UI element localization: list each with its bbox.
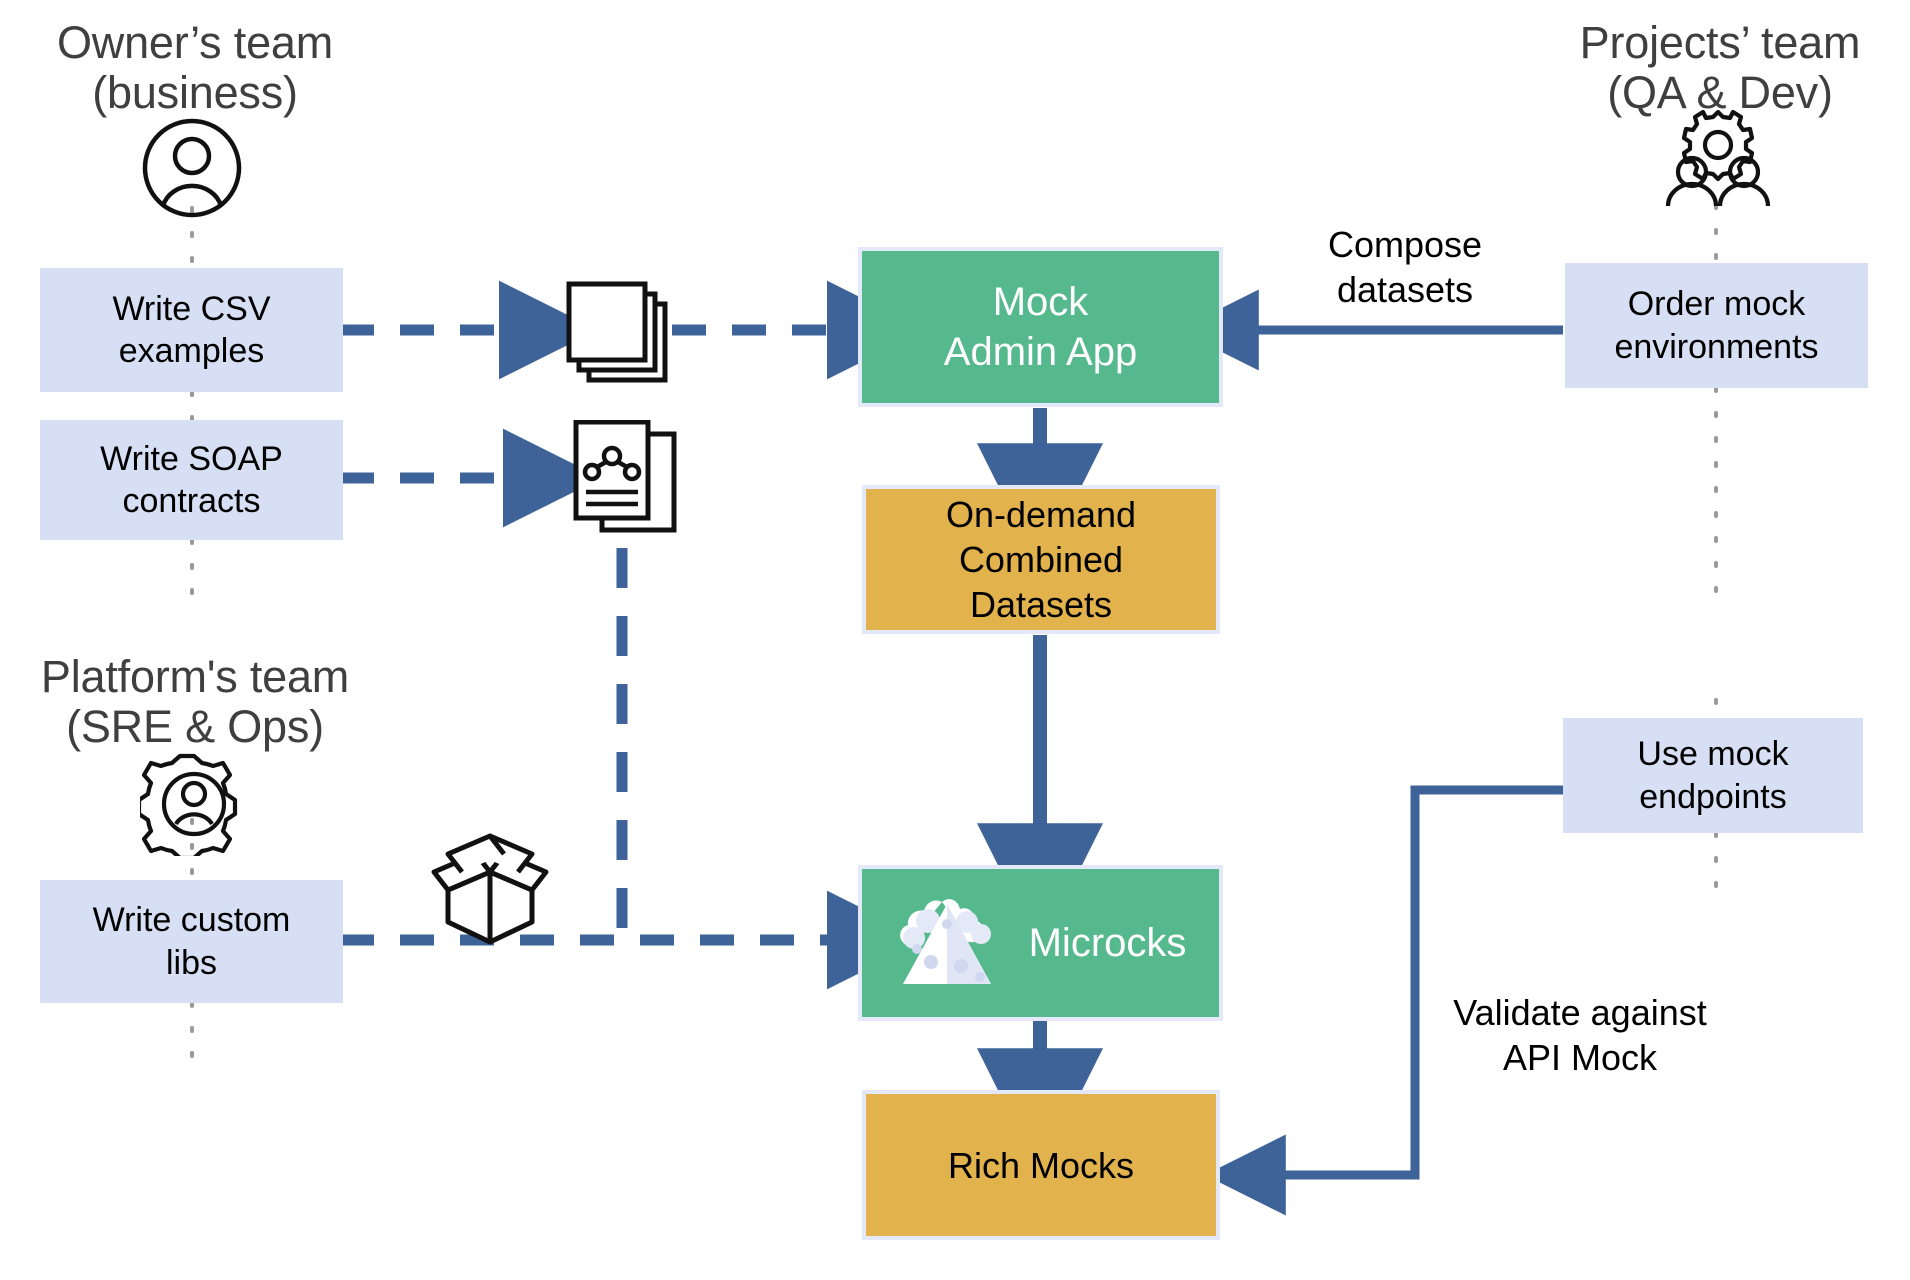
edge-label-compose-line2: datasets bbox=[1336, 269, 1474, 310]
diagram-canvas: stacked sheets --> Mock Admin App --> co… bbox=[0, 0, 1910, 1280]
team-title-projects: Projects’ team (QA & Dev) bbox=[1535, 17, 1905, 119]
task-box-order-mock-environments[interactable]: Order mock environments bbox=[1565, 263, 1868, 388]
edge-endpoints-to-richmocks bbox=[1204, 785, 1563, 1216]
task-write-csv-line1: Write CSV bbox=[112, 289, 271, 328]
task-write-libs-line2: libs bbox=[165, 943, 218, 982]
team-platform-line2: (SRE & Ops) bbox=[66, 701, 324, 753]
team-owner-line1: Owner’s team bbox=[56, 17, 334, 68]
team-owner-line2: (business) bbox=[92, 67, 298, 119]
node-combined-datasets[interactable]: On-demand Combined Datasets bbox=[862, 485, 1220, 634]
node-combined-datasets-line3: Datasets bbox=[969, 584, 1113, 625]
task-write-csv-line2: examples bbox=[118, 332, 265, 370]
edge-label-validate-line2: API Mock bbox=[1502, 1037, 1658, 1078]
node-mock-admin-app-line1: Mock bbox=[992, 280, 1089, 324]
task-write-libs-line1: Write custom bbox=[92, 901, 291, 939]
node-combined-datasets-line1: On-demand bbox=[945, 494, 1137, 535]
task-use-endpoints-line1: Use mock bbox=[1637, 735, 1789, 773]
edge-label-compose-line1: Compose bbox=[1327, 224, 1483, 265]
task-box-write-csv[interactable]: Write CSV examples bbox=[40, 268, 343, 392]
connector-layer: stacked sheets --> Mock Admin App --> co… bbox=[190, 203, 1718, 1216]
node-microcks[interactable]: Microcks bbox=[858, 865, 1223, 1021]
task-box-write-soap[interactable]: Write SOAP contracts bbox=[40, 420, 343, 540]
node-rich-mocks[interactable]: Rich Mocks bbox=[862, 1090, 1220, 1240]
team-title-platform: Platform's team (SRE & Ops) bbox=[10, 651, 380, 753]
gear-two-people-icon bbox=[1660, 109, 1776, 208]
edge-label-validate-line1: Validate against bbox=[1453, 992, 1707, 1033]
open-package-box-icon bbox=[428, 828, 552, 946]
person-circle-icon bbox=[140, 118, 244, 218]
edge-label-validate-api-mock: Validate against API Mock bbox=[1415, 990, 1745, 1080]
node-mock-admin-app-line2: Admin App bbox=[943, 330, 1138, 374]
team-platform-line1: Platform's team bbox=[40, 651, 350, 702]
task-order-env-line1: Order mock bbox=[1627, 285, 1806, 323]
team-title-owner: Owner’s team (business) bbox=[10, 17, 380, 119]
node-mock-admin-app[interactable]: Mock Admin App bbox=[858, 247, 1223, 407]
task-box-write-libs[interactable]: Write custom libs bbox=[40, 880, 343, 1003]
contract-documents-icon bbox=[570, 419, 686, 542]
node-microcks-label: Microcks bbox=[1028, 921, 1187, 965]
team-projects-line1: Projects’ team bbox=[1579, 17, 1861, 68]
stacked-sheets-icon bbox=[565, 280, 675, 390]
task-order-env-line2: environments bbox=[1614, 327, 1819, 366]
node-rich-mocks-label: Rich Mocks bbox=[947, 1144, 1135, 1186]
task-write-soap-line1: Write SOAP bbox=[100, 439, 283, 478]
task-box-use-mock-endpoints[interactable]: Use mock endpoints bbox=[1563, 718, 1863, 833]
edge-label-compose-datasets: Compose datasets bbox=[1245, 222, 1565, 312]
node-combined-datasets-line2: Combined bbox=[958, 539, 1124, 580]
task-use-endpoints-line2: endpoints bbox=[1639, 777, 1787, 816]
task-write-soap-line2: contracts bbox=[122, 482, 261, 520]
gear-person-icon bbox=[136, 752, 248, 861]
microcks-logo bbox=[895, 894, 1003, 992]
